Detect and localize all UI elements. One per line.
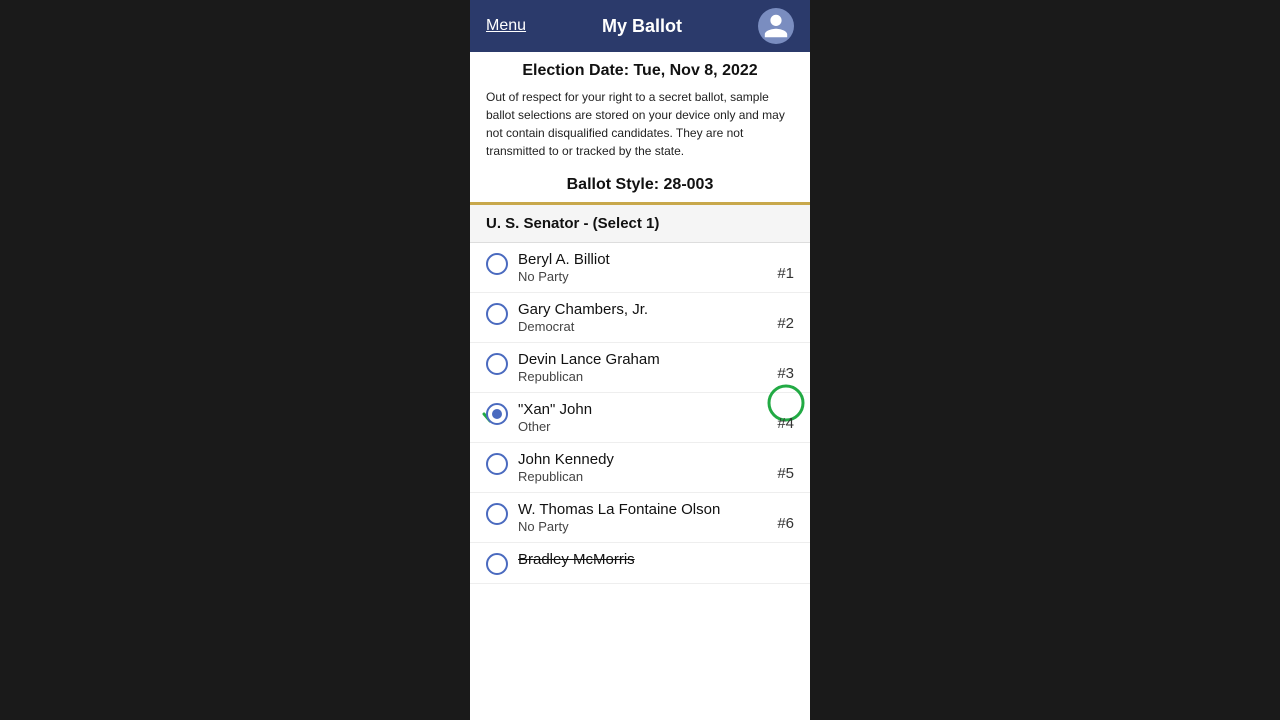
candidate-party: Other bbox=[518, 419, 777, 434]
candidate-name: John Kennedy bbox=[518, 451, 777, 468]
radio-button[interactable] bbox=[486, 303, 508, 325]
candidates-list: Beryl A. BilliotNo Party#1Gary Chambers,… bbox=[470, 243, 810, 584]
candidate-row[interactable]: John KennedyRepublican#5 bbox=[470, 443, 810, 493]
privacy-notice: Out of respect for your right to a secre… bbox=[470, 84, 810, 170]
candidate-info: Bradley McMorris bbox=[518, 551, 794, 568]
candidate-info: "Xan" JohnOther bbox=[518, 401, 777, 434]
candidate-row[interactable]: Devin Lance GrahamRepublican#3 bbox=[470, 343, 810, 393]
radio-button[interactable] bbox=[486, 253, 508, 275]
election-date: Election Date: Tue, Nov 8, 2022 bbox=[470, 52, 810, 84]
candidate-name: Bradley McMorris bbox=[518, 551, 794, 568]
race-header: U. S. Senator - (Select 1) bbox=[470, 205, 810, 243]
candidate-number: #1 bbox=[777, 265, 794, 282]
candidate-name: "Xan" John bbox=[518, 401, 777, 418]
candidate-info: Gary Chambers, Jr.Democrat bbox=[518, 301, 777, 334]
candidate-party: No Party bbox=[518, 269, 777, 284]
candidate-party: Republican bbox=[518, 469, 777, 484]
candidate-row[interactable]: W. Thomas La Fontaine OlsonNo Party#6 bbox=[470, 493, 810, 543]
menu-button[interactable]: Menu bbox=[486, 17, 526, 35]
header: Menu My Ballot bbox=[470, 0, 810, 52]
user-icon bbox=[762, 12, 790, 40]
candidate-party: Democrat bbox=[518, 319, 777, 334]
candidate-party: Republican bbox=[518, 369, 777, 384]
radio-button[interactable] bbox=[486, 553, 508, 575]
candidate-info: W. Thomas La Fontaine OlsonNo Party bbox=[518, 501, 777, 534]
candidate-name: Beryl A. Billiot bbox=[518, 251, 777, 268]
candidate-name: Gary Chambers, Jr. bbox=[518, 301, 777, 318]
candidate-row[interactable]: "Xan" JohnOther#4 bbox=[470, 393, 810, 443]
candidate-number: #2 bbox=[777, 315, 794, 332]
candidate-info: Devin Lance GrahamRepublican bbox=[518, 351, 777, 384]
radio-button[interactable] bbox=[486, 453, 508, 475]
candidate-party: No Party bbox=[518, 519, 777, 534]
candidate-number: #4 bbox=[777, 415, 794, 432]
radio-button[interactable] bbox=[486, 403, 508, 425]
candidate-row[interactable]: Gary Chambers, Jr.Democrat#2 bbox=[470, 293, 810, 343]
candidate-info: Beryl A. BilliotNo Party bbox=[518, 251, 777, 284]
ballot-style: Ballot Style: 28-003 bbox=[470, 170, 810, 205]
candidate-row[interactable]: Beryl A. BilliotNo Party#1 bbox=[470, 243, 810, 293]
candidate-number: #6 bbox=[777, 515, 794, 532]
content-area: Election Date: Tue, Nov 8, 2022 Out of r… bbox=[470, 52, 810, 720]
radio-button[interactable] bbox=[486, 503, 508, 525]
candidate-row[interactable]: Bradley McMorris bbox=[470, 543, 810, 584]
candidate-info: John KennedyRepublican bbox=[518, 451, 777, 484]
candidate-number: #3 bbox=[777, 365, 794, 382]
header-title: My Ballot bbox=[602, 16, 682, 37]
radio-button[interactable] bbox=[486, 353, 508, 375]
candidate-number: #5 bbox=[777, 465, 794, 482]
phone-frame: Menu My Ballot Election Date: Tue, Nov 8… bbox=[470, 0, 810, 720]
candidate-name: W. Thomas La Fontaine Olson bbox=[518, 501, 777, 518]
user-avatar[interactable] bbox=[758, 8, 794, 44]
candidate-name: Devin Lance Graham bbox=[518, 351, 777, 368]
